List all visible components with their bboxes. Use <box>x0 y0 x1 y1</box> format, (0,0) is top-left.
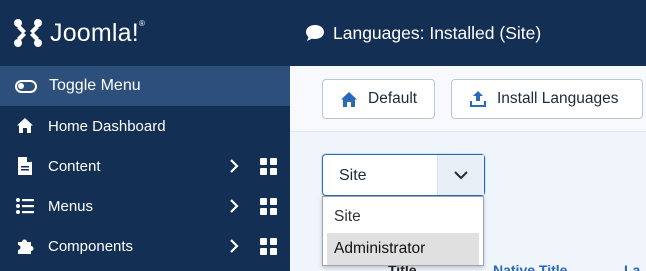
brand-logo[interactable]: Joomla!® <box>0 0 290 66</box>
client-filter-value: Site <box>339 167 367 184</box>
sidebar-item-content[interactable]: Content <box>0 146 290 186</box>
dashboard-grid-icon[interactable] <box>260 238 277 255</box>
dropdown-option-administrator[interactable]: Administrator <box>327 233 479 265</box>
sidebar-item-home-dashboard[interactable]: Home Dashboard <box>0 106 290 146</box>
column-header-native-title[interactable]: Native Title <box>493 262 567 271</box>
dashboard-grid-icon[interactable] <box>260 198 277 215</box>
chevron-right-icon[interactable] <box>226 198 242 214</box>
file-icon <box>16 157 34 175</box>
puzzle-icon <box>16 237 34 255</box>
client-filter-dropdown: Site Administrator <box>322 196 484 266</box>
sidebar-item-menus[interactable]: Menus <box>0 186 290 226</box>
sidebar-item-label: Content <box>48 157 101 175</box>
toggle-icon <box>15 79 37 93</box>
sidebar-item-label: Menus <box>48 197 94 215</box>
install-languages-label: Install Languages <box>497 90 619 107</box>
sidebar-item-label: Home Dashboard <box>48 117 166 135</box>
page-title: Languages: Installed (Site) <box>333 22 542 43</box>
client-filter-select[interactable]: Site <box>322 154 485 196</box>
sidebar-item-components[interactable]: Components <box>0 226 290 266</box>
toggle-menu-label: Toggle Menu <box>49 77 141 94</box>
chevron-right-icon[interactable] <box>226 158 242 174</box>
sidebar: Joomla!® Toggle Menu Home Dashboard Cont… <box>0 0 290 271</box>
column-header-language[interactable]: La <box>624 262 640 271</box>
joomla-logo-icon <box>14 19 42 47</box>
sidebar-item-label: Components <box>48 237 134 255</box>
brand-name: Joomla!® <box>50 18 146 47</box>
home-icon <box>16 117 34 135</box>
chevron-right-icon[interactable] <box>226 238 242 254</box>
page-header: Languages: Installed (Site) <box>290 0 646 66</box>
dropdown-option-site[interactable]: Site <box>323 201 483 233</box>
toggle-menu-button[interactable]: Toggle Menu <box>0 66 290 106</box>
upload-icon <box>470 91 486 107</box>
list-icon <box>16 197 34 215</box>
toolbar: Default Install Languages <box>290 66 646 132</box>
main-content: Site Title Native Title La Site Administ… <box>290 132 646 271</box>
dashboard-grid-icon[interactable] <box>260 158 277 175</box>
install-languages-button[interactable]: Install Languages <box>451 79 643 119</box>
default-button-label: Default <box>368 90 418 107</box>
chevron-down-icon <box>454 171 468 180</box>
comment-icon <box>306 25 324 41</box>
select-toggle[interactable] <box>437 155 484 195</box>
home-icon <box>341 91 357 107</box>
default-button[interactable]: Default <box>322 79 435 119</box>
